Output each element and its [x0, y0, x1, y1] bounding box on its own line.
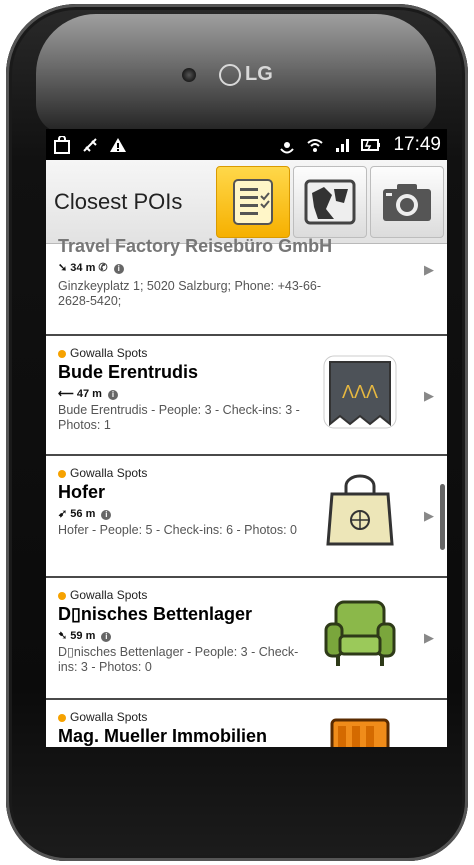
- chevron-right-icon: ▶: [424, 508, 434, 523]
- source-label: Gowalla Spots: [70, 466, 148, 480]
- front-camera: [182, 68, 196, 82]
- poi-description: Hofer - People: 5 - Check-ins: 6 - Photo…: [58, 523, 297, 537]
- map-view-button[interactable]: [293, 165, 367, 238]
- wifi-icon: [305, 136, 325, 154]
- poi-description: D▯nisches Bettenlager - People: 3 - Chec…: [58, 645, 299, 674]
- building-icon: [330, 718, 390, 747]
- armchair-icon: [324, 600, 396, 666]
- chevron-right-icon: ▶: [424, 262, 434, 277]
- list-item[interactable]: Gowalla Spots D▯nisches Bettenlager ➷ 59…: [46, 578, 447, 700]
- poi-distance: ➘ 34 m ✆ i: [58, 261, 124, 274]
- poi-distance: ➹ 56 m i: [58, 507, 112, 520]
- poi-distance: ⟵ 47 m i: [58, 387, 118, 400]
- direction-arrow-icon: ➘: [58, 262, 68, 274]
- poi-name: Travel Factory Reisebüro GmbH: [58, 236, 333, 256]
- distance-label: 47 m: [76, 388, 102, 400]
- clock: 17:49: [393, 133, 441, 155]
- source-label: Gowalla Spots: [70, 588, 148, 602]
- distance-label: 56 m: [70, 508, 96, 520]
- list-item[interactable]: Travel Factory Reisebüro GmbH ➘ 34 m ✆ i…: [46, 236, 447, 336]
- svg-text:ΛΛΛ: ΛΛΛ: [342, 382, 378, 402]
- poi-source: Gowalla Spots: [58, 466, 147, 480]
- poi-source: Gowalla Spots: [58, 588, 147, 602]
- gps-icon: [277, 136, 297, 154]
- poi-name: Hofer: [58, 482, 106, 502]
- direction-arrow-icon: ➹: [58, 508, 68, 520]
- gowalla-icon: [58, 591, 66, 600]
- flag-banner-icon: ΛΛΛ: [323, 355, 397, 429]
- poi-name: Mag. Mueller Immobilien: [58, 726, 268, 746]
- poi-description: Bude Erentrudis - People: 3 - Check-ins:…: [58, 403, 300, 432]
- source-label: Gowalla Spots: [70, 346, 148, 360]
- list-item[interactable]: Gowalla Spots Hofer ➹ 56 m i Hofer - Peo…: [46, 456, 447, 578]
- page-title: Closest POIs: [54, 188, 183, 214]
- info-icon: i: [101, 632, 112, 642]
- cpu-icon: [80, 136, 100, 154]
- battery-icon: [361, 136, 381, 154]
- list-view-button[interactable]: [216, 165, 290, 238]
- gowalla-icon: [58, 713, 66, 722]
- poi-name: Bude Erentrudis: [58, 362, 199, 382]
- screen: 17:49 Closest POIs Travel Factory Reiseb…: [46, 129, 447, 747]
- camera-icon: [383, 183, 431, 221]
- poi-distance: ➷ 59 m i: [58, 629, 112, 642]
- status-bar: 17:49: [46, 129, 447, 160]
- chevron-right-icon: ▶: [424, 388, 434, 403]
- info-icon: i: [113, 264, 124, 274]
- gowalla-icon: [58, 469, 66, 478]
- shopping-bag-icon: [52, 135, 72, 154]
- info-icon: i: [107, 390, 118, 400]
- phone-icon: ✆: [98, 262, 108, 274]
- poi-source: Gowalla Spots: [58, 710, 147, 724]
- gowalla-icon: [58, 349, 66, 358]
- info-icon: i: [101, 510, 112, 520]
- camera-view-button[interactable]: [370, 165, 444, 238]
- warning-icon: [108, 136, 128, 154]
- list-icon: [233, 178, 273, 225]
- action-bar: Closest POIs: [46, 160, 447, 244]
- poi-name: D▯nisches Bettenlager: [58, 604, 252, 624]
- direction-arrow-icon: ➷: [58, 630, 68, 642]
- scrollbar[interactable]: [440, 484, 445, 550]
- chevron-right-icon: ▶: [424, 630, 434, 645]
- poi-description: Ginzkeyplatz 1; 5020 Salzburg; Phone: +4…: [58, 279, 322, 308]
- signal-icon: [333, 136, 353, 154]
- source-label: Gowalla Spots: [70, 710, 148, 724]
- list-item[interactable]: Gowalla Spots Bude Erentrudis ⟵ 47 m i B…: [46, 336, 447, 456]
- poi-source: Gowalla Spots: [58, 346, 147, 360]
- list-item[interactable]: Gowalla Spots Mag. Mueller Immobilien: [46, 700, 447, 747]
- distance-label: 34 m: [70, 262, 96, 274]
- map-icon: [304, 179, 356, 224]
- brand-label: LG: [245, 63, 273, 85]
- shopping-bag-icon: [326, 474, 394, 546]
- distance-label: 59 m: [70, 630, 96, 642]
- brand-logo: LG: [219, 63, 273, 86]
- direction-arrow-icon: ⟵: [58, 388, 74, 400]
